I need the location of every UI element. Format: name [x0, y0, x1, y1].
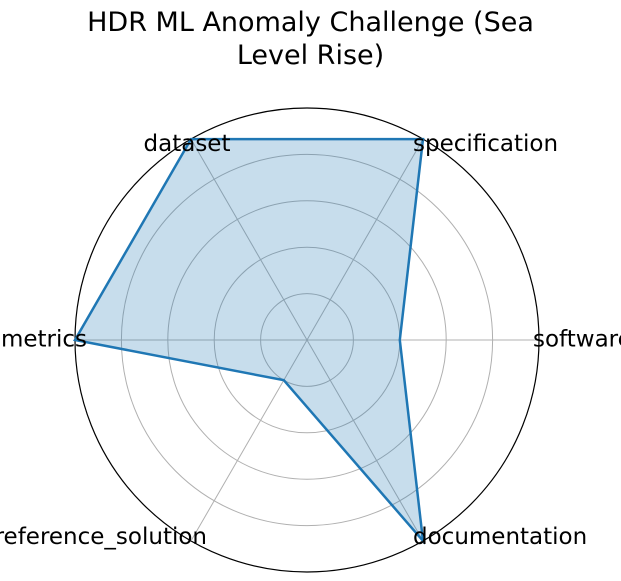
axis-label-software: software — [533, 327, 621, 353]
radar-data — [73, 137, 425, 545]
radar-chart: software specification dataset metrics refer… — [0, 107, 621, 573]
axis-label-documentation: documentation — [413, 524, 587, 550]
axis-label-metrics: metrics — [1, 327, 87, 353]
axis-label-reference_solution: reference_solution — [0, 524, 207, 550]
axis-label-dataset: dataset — [144, 131, 231, 157]
axis-label-specification: specification — [413, 131, 558, 157]
